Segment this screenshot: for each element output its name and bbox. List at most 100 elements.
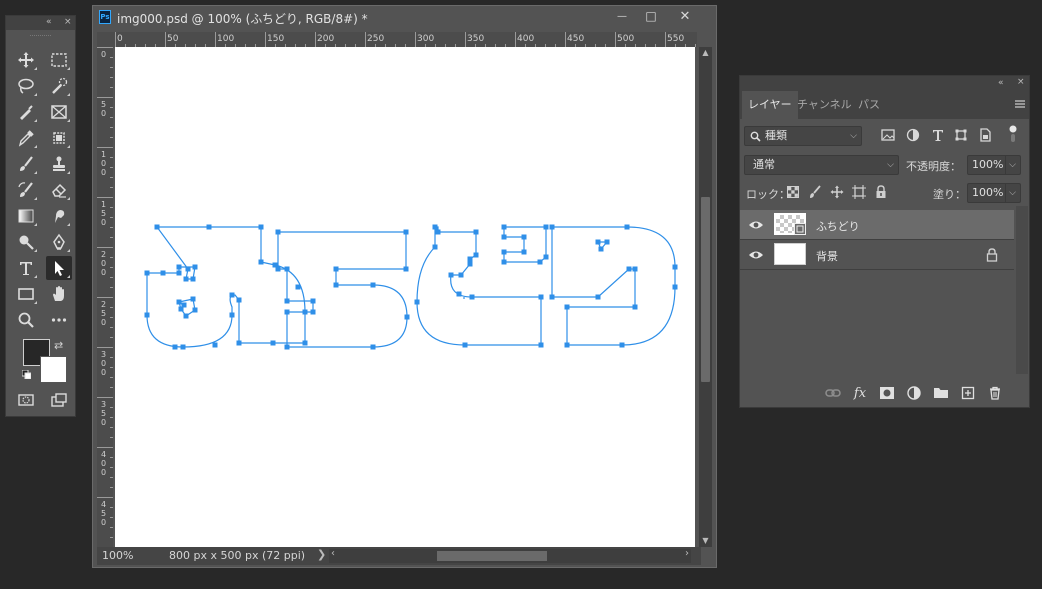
anchor-point[interactable] bbox=[467, 261, 473, 267]
zoom-level[interactable]: 100% bbox=[102, 549, 133, 562]
collapse-icon[interactable]: « bbox=[46, 17, 52, 27]
tab-channels[interactable]: チャンネル bbox=[791, 91, 858, 119]
close-icon[interactable]: × bbox=[64, 17, 72, 27]
anchor-point[interactable] bbox=[176, 299, 182, 305]
type-tool[interactable] bbox=[13, 256, 39, 280]
smudge-tool[interactable] bbox=[46, 204, 72, 228]
tab-layers[interactable]: レイヤー bbox=[742, 91, 798, 119]
anchor-point[interactable] bbox=[181, 302, 187, 308]
panel-grip[interactable] bbox=[30, 30, 51, 36]
anchor-point[interactable] bbox=[473, 229, 479, 235]
vertical-scroll-thumb[interactable] bbox=[701, 197, 710, 382]
anchor-point[interactable] bbox=[403, 229, 409, 235]
lock-all-button[interactable] bbox=[874, 185, 888, 199]
anchor-point[interactable] bbox=[284, 309, 290, 315]
anchor-point[interactable] bbox=[183, 276, 189, 282]
visibility-eye-icon[interactable] bbox=[748, 219, 764, 231]
anchor-point[interactable] bbox=[626, 266, 632, 272]
eyedropper-tool[interactable] bbox=[13, 126, 39, 150]
anchor-point[interactable] bbox=[595, 239, 601, 245]
anchor-point[interactable] bbox=[190, 276, 196, 282]
lock-artboard-button[interactable] bbox=[852, 185, 866, 199]
letter-outline-path[interactable] bbox=[551, 226, 676, 346]
anchor-point[interactable] bbox=[144, 270, 150, 276]
adjustment-layer-button[interactable] bbox=[906, 386, 922, 400]
anchor-point[interactable] bbox=[284, 298, 290, 304]
anchor-point[interactable] bbox=[632, 266, 638, 272]
anchor-point[interactable] bbox=[543, 224, 549, 230]
anchor-point[interactable] bbox=[632, 304, 638, 310]
anchor-point[interactable] bbox=[501, 249, 507, 255]
anchor-point[interactable] bbox=[212, 342, 218, 348]
filter-smart-object-button[interactable] bbox=[978, 128, 992, 142]
quick-mask-button[interactable] bbox=[13, 388, 39, 412]
layers-panel-header[interactable]: « × bbox=[740, 76, 1029, 91]
anchor-point[interactable] bbox=[624, 224, 630, 230]
anchor-point[interactable] bbox=[333, 282, 339, 288]
horizontal-scroll-thumb[interactable] bbox=[437, 551, 547, 561]
screen-mode-button[interactable] bbox=[46, 388, 72, 412]
anchor-point[interactable] bbox=[176, 270, 182, 276]
lasso-tool[interactable] bbox=[13, 74, 39, 98]
anchor-point[interactable] bbox=[310, 298, 316, 304]
direct-selection-tool[interactable] bbox=[46, 256, 72, 280]
visibility-eye-icon[interactable] bbox=[748, 249, 764, 261]
anchor-point[interactable] bbox=[521, 249, 527, 255]
filter-toggle[interactable] bbox=[1008, 124, 1018, 144]
more-tools[interactable] bbox=[46, 308, 72, 332]
close-button[interactable]: ✕ bbox=[673, 8, 697, 24]
anchor-point[interactable] bbox=[275, 266, 281, 272]
close-icon[interactable]: × bbox=[1017, 77, 1025, 87]
anchor-point[interactable] bbox=[467, 256, 473, 262]
brush-tool[interactable] bbox=[13, 152, 39, 176]
horizontal-scrollbar[interactable]: ‹ › bbox=[329, 548, 691, 563]
eraser-tool[interactable] bbox=[46, 178, 72, 202]
pen-tool[interactable] bbox=[46, 230, 72, 254]
anchor-point[interactable] bbox=[414, 299, 420, 305]
scroll-right-arrow[interactable]: › bbox=[685, 548, 689, 559]
scroll-left-arrow[interactable]: ‹ bbox=[331, 548, 335, 559]
anchor-point[interactable] bbox=[295, 284, 301, 290]
filter-type-button[interactable] bbox=[931, 128, 945, 142]
anchor-point[interactable] bbox=[549, 294, 555, 300]
filter-pixel-button[interactable] bbox=[881, 128, 895, 142]
anchor-point[interactable] bbox=[521, 234, 527, 240]
dodge-tool[interactable] bbox=[13, 230, 39, 254]
document-canvas[interactable] bbox=[115, 47, 695, 547]
fill-field[interactable]: 100% ⌵ bbox=[967, 183, 1021, 203]
text-outline-paths[interactable] bbox=[115, 47, 695, 547]
anchor-point[interactable] bbox=[598, 246, 604, 252]
anchor-point[interactable] bbox=[538, 294, 544, 300]
layer-thumbnail[interactable] bbox=[774, 243, 806, 265]
gradient-tool[interactable] bbox=[13, 204, 39, 228]
anchor-point[interactable] bbox=[404, 314, 410, 320]
anchor-point[interactable] bbox=[206, 224, 212, 230]
chevron-down-icon[interactable]: ⌵ bbox=[1005, 156, 1016, 174]
opacity-field[interactable]: 100% ⌵ bbox=[967, 155, 1021, 175]
filter-adjustment-button[interactable] bbox=[906, 128, 920, 142]
anchor-point[interactable] bbox=[403, 266, 409, 272]
new-group-button[interactable] bbox=[933, 386, 949, 400]
anchor-point[interactable] bbox=[236, 340, 242, 346]
anchor-point[interactable] bbox=[432, 244, 438, 250]
opacity-value[interactable]: 100% bbox=[972, 156, 1003, 174]
zoom-tool[interactable] bbox=[13, 308, 39, 332]
anchor-point[interactable] bbox=[160, 270, 166, 276]
anchor-point[interactable] bbox=[284, 344, 290, 350]
anchor-point[interactable] bbox=[310, 309, 316, 315]
canvas-area[interactable] bbox=[113, 47, 697, 549]
anchor-point[interactable] bbox=[501, 259, 507, 265]
status-menu-arrow[interactable]: ❯ bbox=[317, 548, 326, 561]
swap-colors-icon[interactable]: ⇄ bbox=[54, 339, 63, 352]
anchor-point[interactable] bbox=[619, 342, 625, 348]
anchor-point[interactable] bbox=[432, 224, 438, 230]
stamp-tool[interactable] bbox=[46, 152, 72, 176]
layer-name[interactable]: ふちどり bbox=[816, 218, 860, 234]
collapse-icon[interactable]: « bbox=[998, 78, 1004, 88]
anchor-point[interactable] bbox=[501, 234, 507, 240]
anchor-point[interactable] bbox=[333, 266, 339, 272]
background-color-swatch[interactable] bbox=[40, 356, 67, 383]
lock-transparency-button[interactable] bbox=[786, 185, 800, 199]
anchor-point[interactable] bbox=[302, 340, 308, 346]
anchor-point[interactable] bbox=[236, 297, 242, 303]
